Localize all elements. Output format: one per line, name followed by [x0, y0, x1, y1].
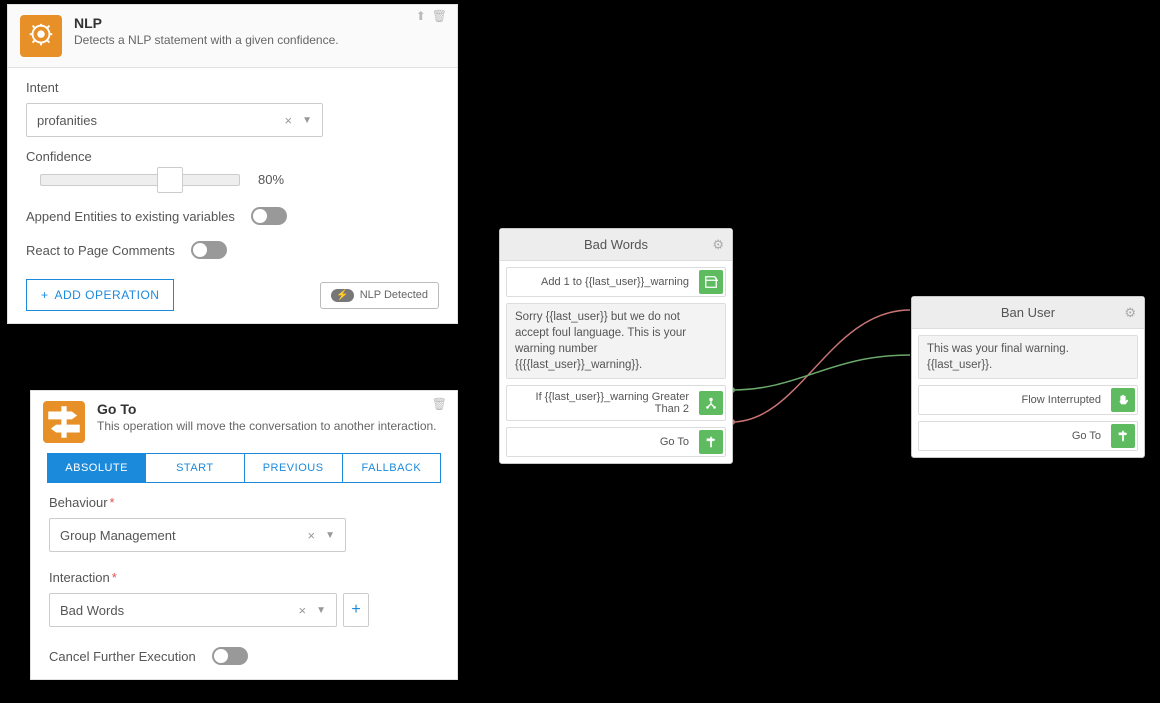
intent-value: profanities [37, 113, 97, 128]
intent-select[interactable]: profanities × ▼ [26, 103, 323, 137]
behaviour-label: Behaviour* [49, 495, 439, 510]
goto-icon [1111, 424, 1135, 448]
tab-previous[interactable]: PREVIOUS [245, 454, 343, 482]
append-entities-toggle[interactable] [251, 207, 287, 225]
variable-icon [699, 270, 723, 294]
goto-panel: Go To This operation will move the conve… [30, 390, 458, 680]
behaviour-select[interactable]: Group Management × ▼ [49, 518, 346, 552]
goto-description: This operation will move the conversatio… [97, 419, 445, 435]
goto-signpost-icon [43, 401, 85, 443]
cancel-execution-label: Cancel Further Execution [49, 649, 196, 664]
flow-message[interactable]: This was your final warning. {{last_user… [918, 335, 1138, 379]
goto-tabs: ABSOLUTE START PREVIOUS FALLBACK [47, 453, 441, 483]
nlp-description: Detects a NLP statement with a given con… [74, 33, 339, 47]
add-operation-button[interactable]: + ADD OPERATION [26, 279, 174, 311]
append-entities-label: Append Entities to existing variables [26, 209, 235, 224]
confidence-slider[interactable] [40, 174, 240, 186]
goto-title: Go To [97, 401, 445, 417]
confidence-label: Confidence [26, 149, 439, 164]
interaction-label: Interaction* [49, 570, 439, 585]
flow-goto[interactable]: Go To [918, 421, 1138, 451]
dropdown-icon[interactable]: ▼ [302, 115, 312, 126]
nlp-header: NLP Detects a NLP statement with a given… [8, 5, 457, 68]
bad-words-title: Bad Words ⚙ [500, 229, 732, 261]
add-interaction-button[interactable]: + [343, 593, 369, 627]
flow-add-warning[interactable]: Add 1 to {{last_user}}_warning [506, 267, 726, 297]
upload-icon[interactable]: ⬆ [416, 9, 426, 23]
flow-interrupted[interactable]: Flow Interrupted [918, 385, 1138, 415]
clear-icon[interactable]: × [285, 113, 293, 128]
dropdown-icon[interactable]: ▼ [325, 530, 335, 541]
slider-handle[interactable] [157, 167, 183, 193]
flow-goto[interactable]: Go To [506, 427, 726, 457]
flow-message[interactable]: Sorry {{last_user}} but we do not accept… [506, 303, 726, 379]
ban-user-title: Ban User ⚙ [912, 297, 1144, 329]
interaction-select[interactable]: Bad Words × ▼ [49, 593, 337, 627]
hand-icon [1111, 388, 1135, 412]
delete-icon[interactable]: 🗑 [432, 9, 447, 23]
plus-icon: + [41, 288, 49, 302]
confidence-value: 80% [258, 172, 284, 187]
goto-icon [699, 430, 723, 454]
clear-icon[interactable]: × [299, 603, 307, 618]
gear-icon[interactable]: ⚙ [1124, 305, 1136, 321]
intent-label: Intent [26, 80, 439, 95]
nlp-detected-button[interactable]: ⚡ NLP Detected [320, 282, 439, 309]
condition-icon [699, 391, 723, 415]
nlp-head-icon [20, 15, 62, 57]
nlp-config-panel: NLP Detects a NLP statement with a given… [7, 4, 458, 324]
gear-icon[interactable]: ⚙ [712, 237, 724, 253]
cancel-execution-toggle[interactable] [212, 647, 248, 665]
tab-absolute[interactable]: ABSOLUTE [48, 454, 146, 482]
ban-user-card: Ban User ⚙ This was your final warning. … [911, 296, 1145, 458]
tab-start[interactable]: START [146, 454, 244, 482]
nlp-title: NLP [74, 15, 339, 31]
dropdown-icon[interactable]: ▼ [316, 605, 326, 616]
delete-icon[interactable]: 🗑 [432, 397, 447, 411]
clear-icon[interactable]: × [308, 528, 316, 543]
flow-condition[interactable]: If {{last_user}}_warning Greater Than 2 [506, 385, 726, 421]
tab-fallback[interactable]: FALLBACK [343, 454, 440, 482]
bad-words-card: Bad Words ⚙ Add 1 to {{last_user}}_warni… [499, 228, 733, 464]
react-comments-toggle[interactable] [191, 241, 227, 259]
react-comments-label: React to Page Comments [26, 243, 175, 258]
bolt-icon: ⚡ [331, 289, 353, 302]
